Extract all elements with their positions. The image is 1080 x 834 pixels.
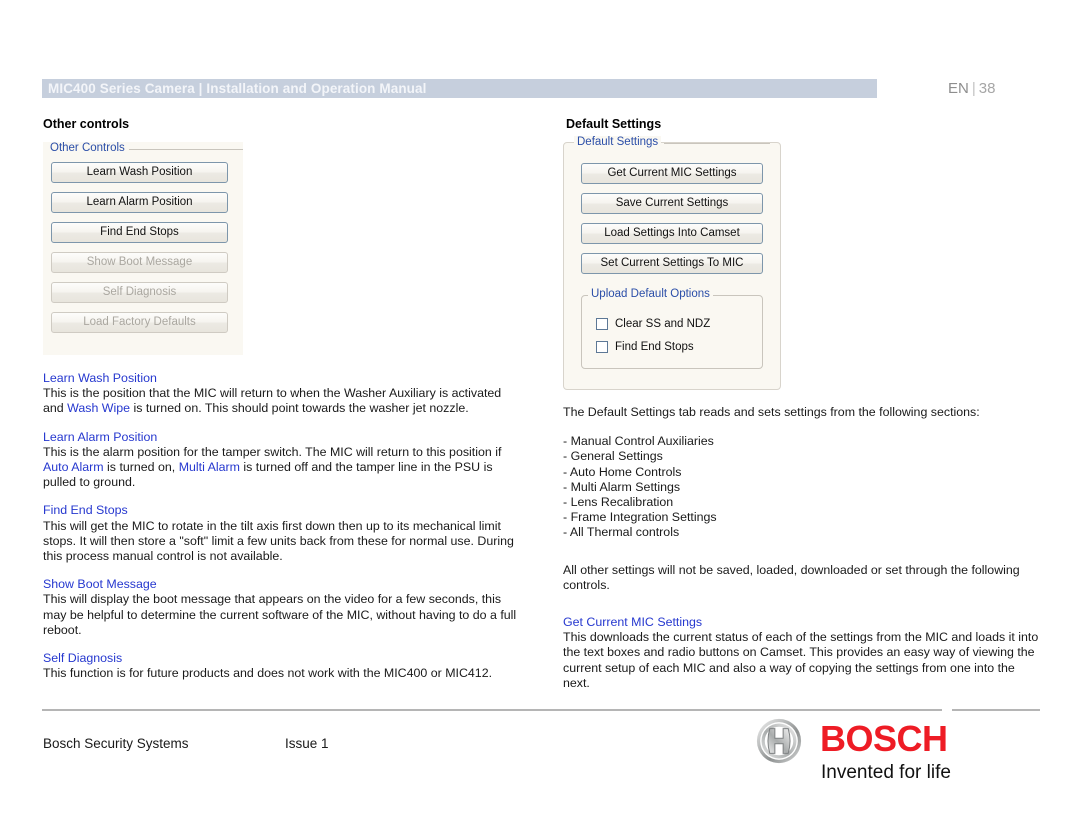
section-heading-default-settings: Default Settings bbox=[566, 117, 662, 131]
text-run: is turned on. This should point towards … bbox=[130, 401, 469, 416]
list-item: - Auto Home Controls bbox=[563, 464, 682, 479]
paragraph-get-current-mic-settings: This downloads the current status of eac… bbox=[563, 630, 1039, 690]
list-item: - Frame Integration Settings bbox=[563, 510, 717, 525]
default-settings-group-legend: Default Settings bbox=[574, 136, 662, 148]
default-settings-panel: Default Settings Get Current MIC Setting… bbox=[563, 136, 781, 390]
group-divider-line bbox=[664, 143, 770, 144]
list-item: - General Settings bbox=[563, 449, 663, 464]
section-heading-other-controls: Other controls bbox=[43, 117, 130, 131]
paragraph-learn-wash-position: This is the position that the MIC will r… bbox=[43, 386, 518, 416]
left-text-column: Learn Wash Position This is the position… bbox=[43, 371, 518, 681]
clear-ss-and-ndz-checkbox[interactable] bbox=[596, 318, 608, 330]
load-factory-defaults-button[interactable]: Load Factory Defaults bbox=[51, 312, 228, 333]
list-item: - Lens Recalibration bbox=[563, 495, 674, 510]
subheading-learn-wash-position: Learn Wash Position bbox=[43, 371, 157, 385]
footer-issue: Issue 1 bbox=[285, 736, 329, 751]
subheading-find-end-stops: Find End Stops bbox=[43, 503, 128, 518]
footer-divider bbox=[42, 709, 942, 711]
paragraph-learn-alarm-position: This is the alarm position for the tampe… bbox=[43, 445, 518, 491]
right-text-column: The Default Settings tab reads and sets … bbox=[563, 405, 1043, 691]
list-item: - Manual Control Auxiliaries bbox=[563, 434, 714, 449]
paragraph-show-boot-message: This will display the boot message that … bbox=[43, 592, 517, 637]
xref-multi-alarm: Multi Alarm bbox=[178, 460, 240, 475]
section-learn-alarm-position: Learn Alarm Position This is the alarm p… bbox=[43, 430, 518, 491]
upload-default-options-legend: Upload Default Options bbox=[588, 288, 713, 300]
footer-company: Bosch Security Systems bbox=[43, 736, 189, 751]
header-language: EN bbox=[948, 80, 969, 97]
xref-auto-alarm: Auto Alarm bbox=[43, 460, 104, 475]
section-get-current-mic-settings: Get Current MIC Settings This downloads … bbox=[563, 615, 1043, 691]
clear-ss-and-ndz-label: Clear SS and NDZ bbox=[615, 318, 711, 330]
header-separator: | bbox=[971, 80, 976, 97]
paragraph-find-end-stops: This will get the MIC to rotate in the t… bbox=[43, 518, 514, 564]
footer-divider-right bbox=[952, 709, 1040, 711]
subheading-self-diagnosis: Self Diagnosis bbox=[43, 651, 123, 666]
clear-ss-and-ndz-checkbox-row[interactable]: Clear SS and NDZ bbox=[596, 318, 710, 330]
text-run: is turned on, bbox=[103, 460, 179, 475]
bosch-armature-icon bbox=[756, 718, 802, 764]
find-end-stops-checkbox[interactable] bbox=[596, 341, 608, 353]
other-controls-group-legend: Other Controls bbox=[47, 142, 128, 154]
find-end-stops-checkbox-row[interactable]: Find End Stops bbox=[596, 341, 694, 353]
learn-alarm-position-button[interactable]: Learn Alarm Position bbox=[51, 192, 228, 213]
find-end-stops-button[interactable]: Find End Stops bbox=[51, 222, 228, 243]
section-show-boot-message: Show Boot Message This will display the … bbox=[43, 577, 518, 638]
xref-wash-wipe: Wash Wipe bbox=[67, 401, 131, 416]
header-title: MIC400 Series Camera | Installation and … bbox=[48, 81, 427, 96]
group-divider-line bbox=[129, 149, 243, 150]
text-run: This is the alarm position for the tampe… bbox=[43, 444, 502, 459]
bosch-wordmark: BOSCH bbox=[820, 718, 948, 759]
find-end-stops-label: Find End Stops bbox=[615, 341, 694, 353]
bosch-logo: BOSCH Invented for life bbox=[756, 712, 1046, 792]
document-page: MIC400 Series Camera | Installation and … bbox=[0, 0, 1080, 834]
header-page-number: 38 bbox=[978, 80, 996, 97]
section-find-end-stops: Find End Stops This will get the MIC to … bbox=[43, 503, 518, 564]
paragraph-other-settings-note: All other settings will not be saved, lo… bbox=[563, 562, 1020, 592]
show-boot-message-button[interactable]: Show Boot Message bbox=[51, 252, 228, 273]
learn-wash-position-button[interactable]: Learn Wash Position bbox=[51, 162, 228, 183]
default-settings-sections-list: - Manual Control Auxiliaries - General S… bbox=[563, 434, 1043, 540]
section-learn-wash-position: Learn Wash Position This is the position… bbox=[43, 371, 518, 417]
list-item: - Multi Alarm Settings bbox=[563, 479, 681, 494]
subheading-show-boot-message: Show Boot Message bbox=[43, 577, 157, 592]
other-controls-panel: Other Controls Learn Wash Position Learn… bbox=[43, 142, 243, 355]
load-settings-into-camset-button[interactable]: Load Settings Into Camset bbox=[581, 223, 763, 244]
upload-default-options-group bbox=[581, 295, 763, 369]
self-diagnosis-button[interactable]: Self Diagnosis bbox=[51, 282, 228, 303]
header-page-indicator: EN | 38 bbox=[948, 80, 995, 97]
list-item: - All Thermal controls bbox=[563, 525, 680, 540]
section-self-diagnosis: Self Diagnosis This function is for futu… bbox=[43, 651, 518, 681]
set-current-settings-to-mic-button[interactable]: Set Current Settings To MIC bbox=[581, 253, 763, 274]
header-bar: MIC400 Series Camera | Installation and … bbox=[42, 79, 877, 98]
subheading-get-current-mic-settings: Get Current MIC Settings bbox=[563, 615, 703, 630]
paragraph-default-settings-intro: The Default Settings tab reads and sets … bbox=[563, 405, 980, 419]
subheading-learn-alarm-position: Learn Alarm Position bbox=[43, 429, 158, 444]
bosch-tagline: Invented for life bbox=[821, 762, 951, 783]
paragraph-self-diagnosis: This function is for future products and… bbox=[43, 666, 493, 681]
get-current-mic-settings-button[interactable]: Get Current MIC Settings bbox=[581, 163, 763, 184]
save-current-settings-button[interactable]: Save Current Settings bbox=[581, 193, 763, 214]
